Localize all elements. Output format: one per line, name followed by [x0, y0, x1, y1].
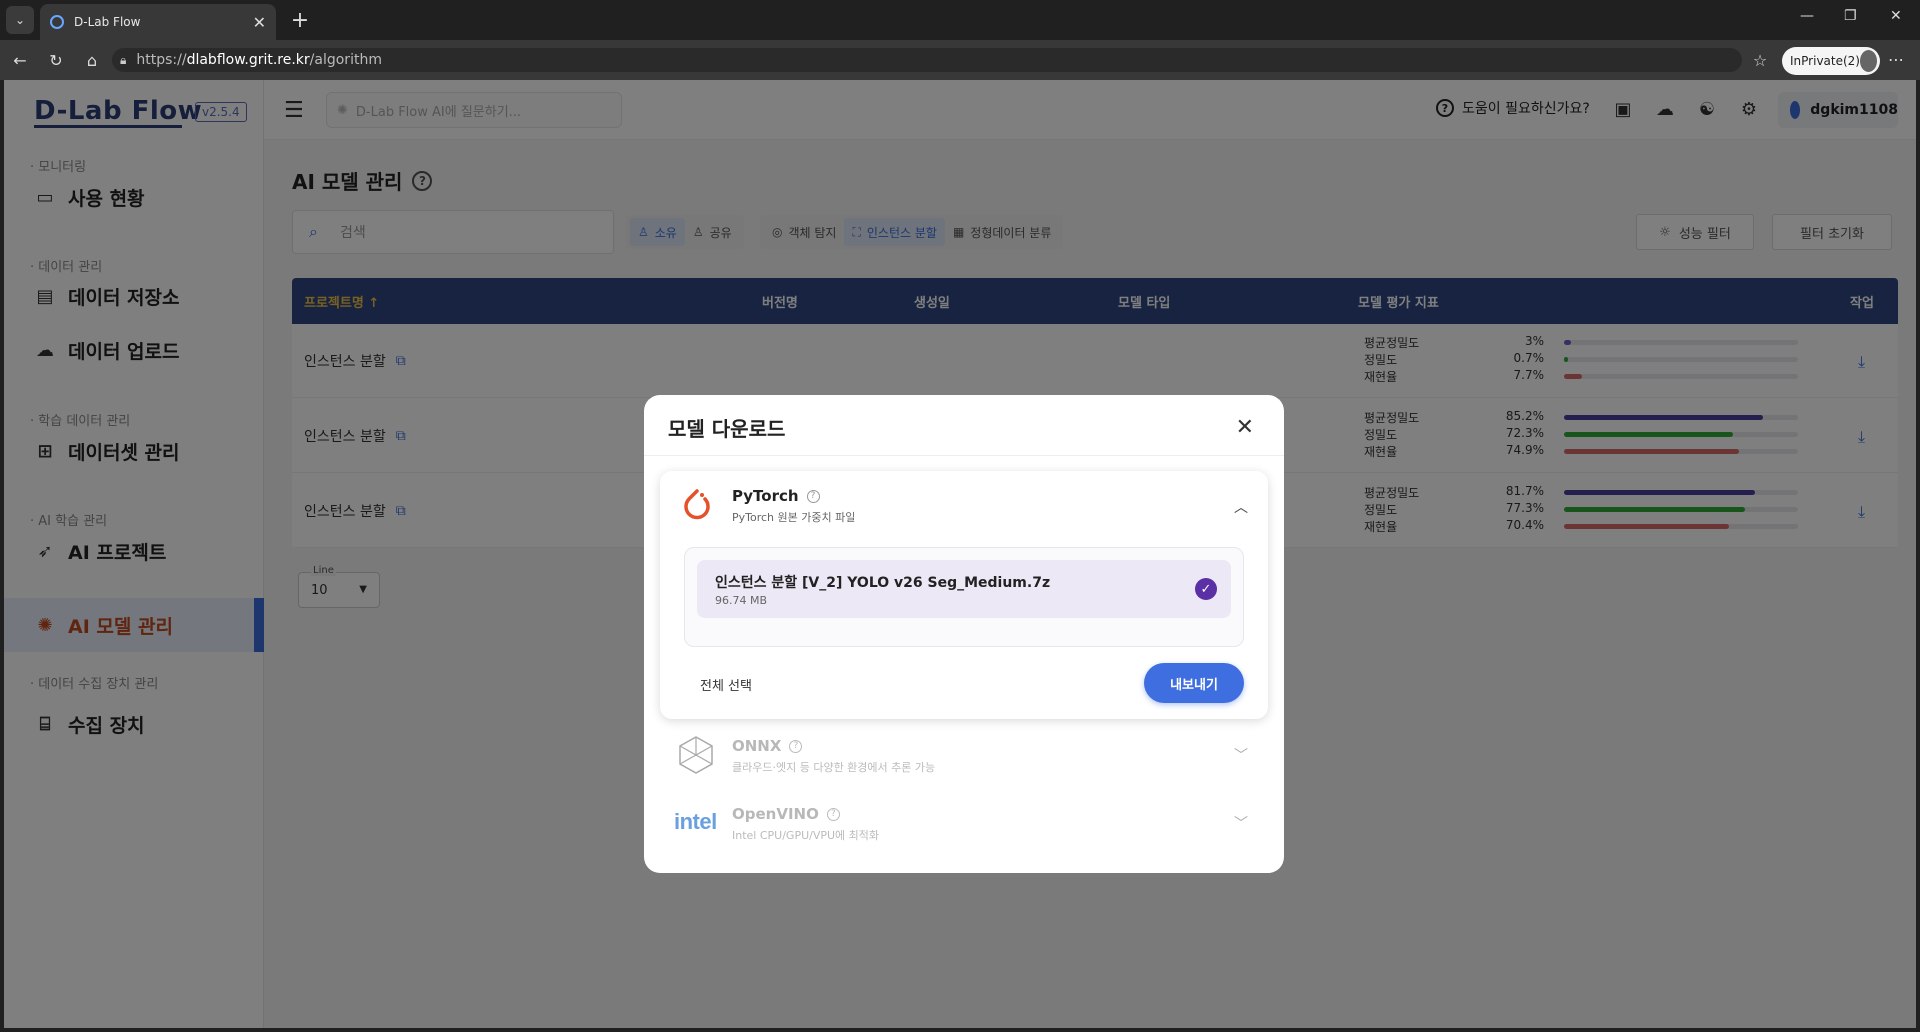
modal-title: 모델 다운로드 — [668, 417, 786, 441]
file-item[interactable]: 인스턴스 분할 [V_2] YOLO v26 Seg_Medium.7z 96.… — [697, 560, 1231, 618]
browser-menu-icon[interactable]: ⋯ — [1888, 50, 1904, 69]
window-close-button[interactable]: ✕ — [1890, 8, 1902, 24]
onnx-section[interactable]: ONNX ? 클라우드·엣지 등 다양한 환경에서 추론 가능 ﹀ — [660, 729, 1268, 789]
address-bar[interactable]: 🔒︎ https:// dlabflow.grit.re.kr /algorit… — [112, 48, 1742, 72]
file-list: 인스턴스 분할 [V_2] YOLO v26 Seg_Medium.7z 96.… — [684, 547, 1244, 647]
favicon-icon — [50, 15, 64, 29]
modal-divider — [644, 455, 1284, 456]
openvino-name: OpenVINO — [732, 805, 819, 823]
file-size: 96.74 MB — [715, 594, 768, 607]
favorite-star-icon[interactable]: ☆ — [1748, 48, 1772, 72]
openvino-title: OpenVINO ? — [732, 805, 840, 823]
onnx-name: ONNX — [732, 737, 782, 755]
new-tab-button[interactable]: + — [286, 6, 314, 34]
help-circle-icon[interactable]: ? — [806, 489, 820, 503]
tab-title: D-Lab Flow — [74, 15, 141, 29]
onnx-logo-icon — [679, 736, 713, 774]
inprivate-label: InPrivate(2) — [1790, 54, 1860, 68]
chevron-down-icon[interactable]: ﹀ — [1234, 745, 1248, 765]
home-icon[interactable]: ⌂ — [80, 48, 104, 72]
help-circle-icon[interactable]: ? — [789, 739, 803, 753]
tab-menu-button[interactable]: ⌄ — [6, 6, 34, 34]
url-prefix: https:// — [136, 52, 187, 68]
profile-avatar — [1859, 50, 1877, 72]
onnx-title: ONNX ? — [732, 737, 803, 755]
pytorch-logo-icon — [684, 489, 710, 520]
restore-button[interactable]: ❐ — [1844, 8, 1857, 24]
onnx-desc: 클라우드·엣지 등 다양한 환경에서 추론 가능 — [732, 761, 936, 774]
export-button[interactable]: 내보내기 — [1144, 663, 1244, 703]
close-icon[interactable]: ✕ — [1236, 415, 1254, 440]
openvino-section[interactable]: intel OpenVINO ? Intel CPU/GPU/VPU에 최적화 … — [660, 797, 1268, 857]
check-circle-icon[interactable]: ✓ — [1195, 578, 1217, 600]
intel-logo-icon: intel — [674, 809, 717, 834]
lock-icon: 🔒︎ — [120, 52, 127, 67]
browser-tab[interactable]: D-Lab Flow ✕ — [40, 4, 276, 40]
tab-close-icon[interactable]: ✕ — [253, 13, 266, 32]
file-name: 인스턴스 분할 [V_2] YOLO v26 Seg_Medium.7z — [715, 575, 1051, 591]
pytorch-name: PyTorch — [732, 487, 799, 505]
browser-tabbar: ⌄ D-Lab Flow ✕ + — ❐ ✕ — [0, 0, 1920, 40]
chevron-up-icon[interactable]: ︿ — [1234, 497, 1248, 517]
pytorch-section: PyTorch ? PyTorch 원본 가중치 파일 ︿ 인스턴스 분할 [V… — [660, 471, 1268, 719]
app-window: D-Lab Flow v2.5.4 · 모니터링 ▭ 사용 현황 · 데이터 관… — [4, 80, 1916, 1028]
inprivate-badge[interactable]: InPrivate(2) — [1782, 47, 1880, 75]
url-host: dlabflow.grit.re.kr — [186, 52, 310, 68]
url-path: /algorithm — [309, 52, 382, 68]
select-all-button[interactable]: 전체 선택 — [700, 675, 752, 694]
openvino-desc: Intel CPU/GPU/VPU에 최적화 — [732, 829, 880, 842]
pytorch-title[interactable]: PyTorch ? — [732, 487, 820, 505]
pytorch-desc: PyTorch 원본 가중치 파일 — [732, 511, 856, 524]
chevron-down-icon[interactable]: ﹀ — [1234, 813, 1248, 833]
minimize-button[interactable]: — — [1800, 8, 1814, 24]
back-icon[interactable]: ← — [8, 48, 32, 72]
download-modal: 모델 다운로드 ✕ PyTorch ? PyTorch 원본 가중치 파일 ︿ … — [644, 395, 1284, 873]
help-circle-icon[interactable]: ? — [826, 807, 840, 821]
reload-icon[interactable]: ↻ — [44, 48, 68, 72]
